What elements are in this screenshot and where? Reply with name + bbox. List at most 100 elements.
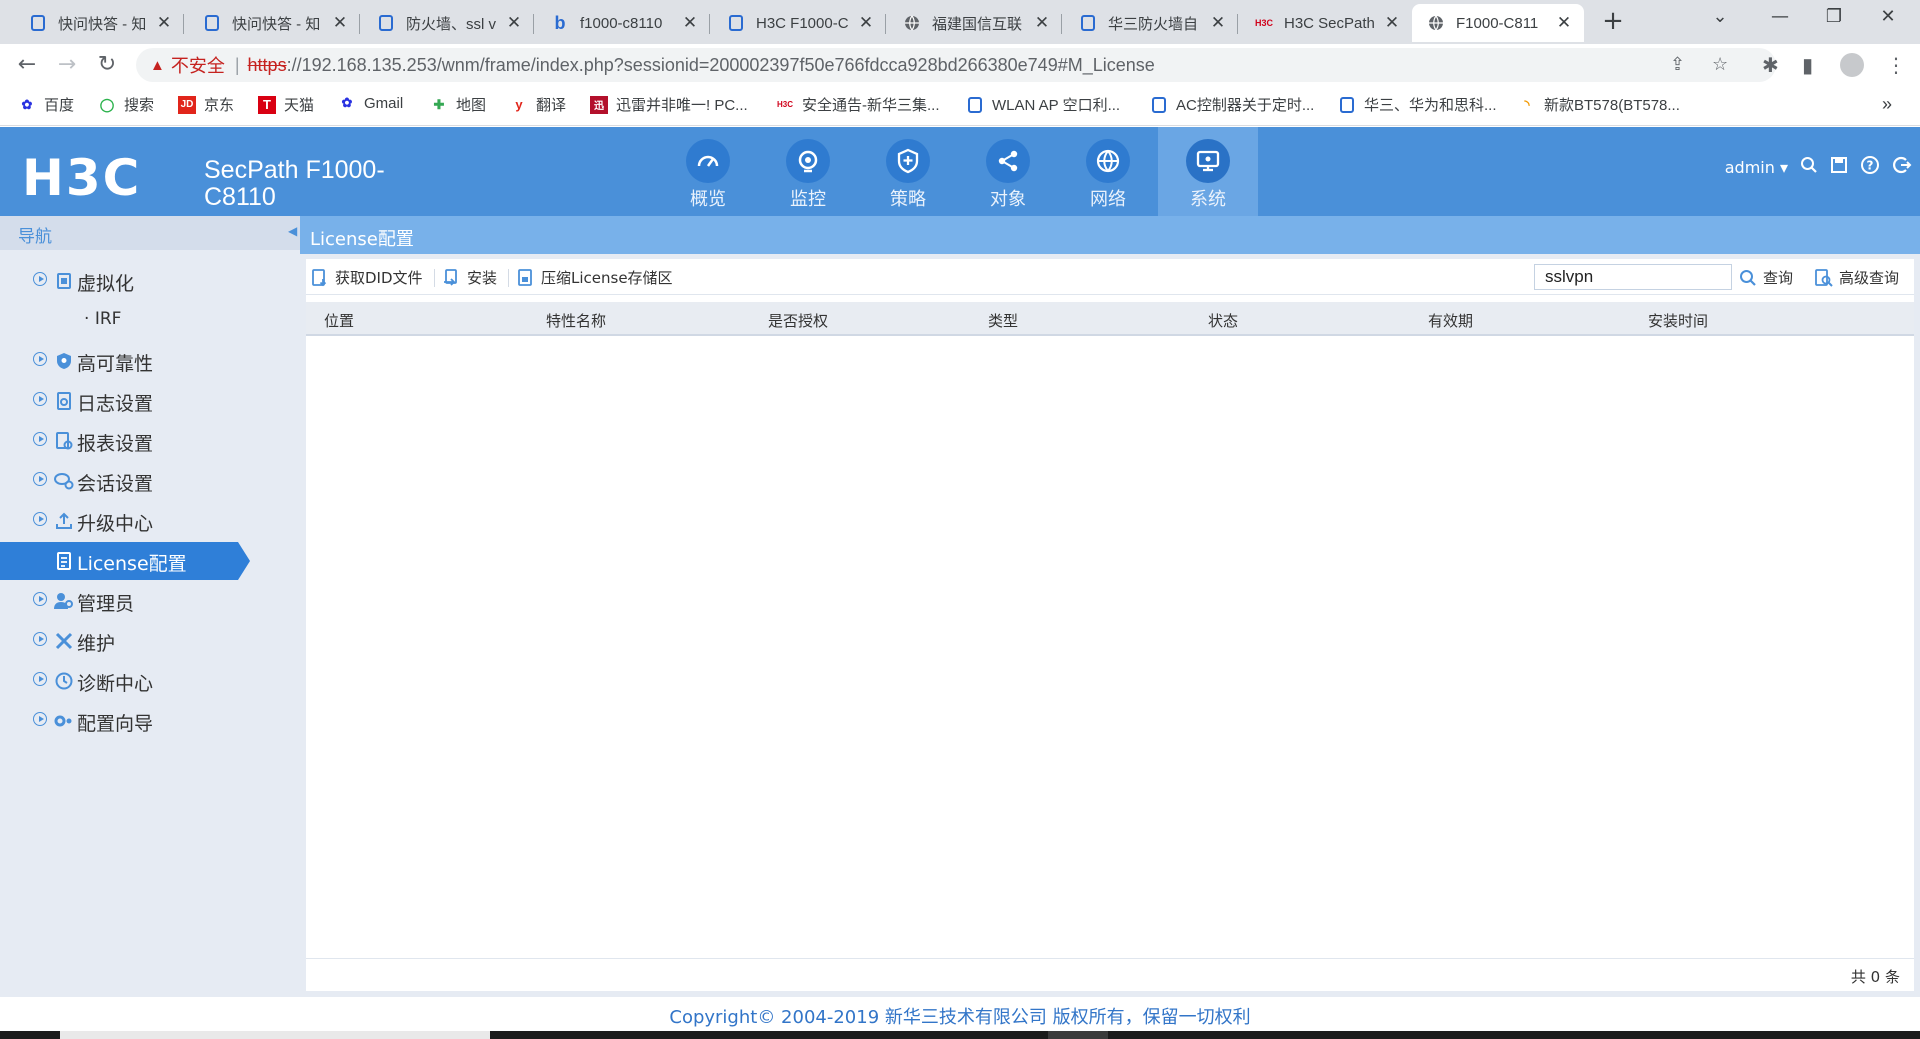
back-arrow-icon[interactable]: ← (12, 50, 42, 80)
expand-icon[interactable] (33, 392, 47, 406)
window-close-icon[interactable]: ✕ (1868, 6, 1908, 27)
bookmark-star-icon[interactable]: ☆ (1712, 54, 1728, 75)
expand-icon[interactable] (33, 672, 47, 686)
expand-icon[interactable] (33, 352, 47, 366)
close-icon[interactable]: ✕ (680, 13, 700, 33)
module-network[interactable]: 网络 (1058, 127, 1158, 216)
sidebar-item-log-settings[interactable]: 日志设置 (0, 382, 300, 420)
reload-icon[interactable]: ↻ (92, 50, 122, 80)
profile-avatar-icon[interactable] (1840, 53, 1864, 77)
module-label: 监控 (790, 189, 826, 210)
search-icon (1738, 268, 1758, 288)
save-icon[interactable] (1830, 156, 1848, 178)
tab-title: 华三防火墙自 (1108, 15, 1199, 33)
bookmark-item[interactable]: y 翻译 (510, 94, 566, 115)
expand-icon[interactable] (33, 272, 47, 286)
close-icon[interactable]: ✕ (154, 13, 174, 33)
bookmark-item[interactable]: ◯ 搜索 (98, 94, 154, 115)
restore-icon[interactable]: ❐ (1814, 6, 1854, 27)
sidebar-item-irf[interactable]: · IRF (0, 302, 300, 340)
expand-icon[interactable] (33, 592, 47, 606)
bookmark-item[interactable]: WLAN AP 空口利... (966, 94, 1120, 115)
column-header-authorized[interactable]: 是否授权 (768, 310, 828, 331)
browser-tab[interactable]: 福建国信互联 ✕ (888, 4, 1062, 42)
sidebar-item-virtualization[interactable]: 虚拟化 (0, 262, 300, 300)
browser-tab[interactable]: H3C F1000-C ✕ (712, 4, 886, 42)
install-button[interactable]: 安装 (442, 267, 497, 288)
sidebar-item-diagnostic-center[interactable]: 诊断中心 (0, 662, 300, 700)
close-icon[interactable]: ✕ (504, 13, 524, 33)
share-icon[interactable]: ⇪ (1670, 54, 1685, 75)
new-tab-button[interactable]: + (1598, 8, 1628, 36)
extensions-icon[interactable]: ✱ (1762, 53, 1779, 77)
close-icon[interactable]: ✕ (1032, 13, 1052, 33)
module-system[interactable]: 系统 (1158, 127, 1258, 216)
expand-icon[interactable] (33, 432, 47, 446)
help-icon[interactable]: ? (1860, 155, 1880, 179)
advanced-query-button[interactable]: 高级查询 (1814, 267, 1899, 288)
browser-tab[interactable]: H3C H3C SecPath ✕ (1240, 4, 1412, 42)
close-icon[interactable]: ✕ (1554, 13, 1574, 33)
module-monitor[interactable]: 监控 (758, 127, 858, 216)
search-icon[interactable] (1800, 156, 1818, 178)
taskbar-item[interactable] (1048, 1031, 1108, 1039)
module-policy[interactable]: 策略 (858, 127, 958, 216)
sidebar-item-session-settings[interactable]: 会话设置 (0, 462, 300, 500)
tab-search-icon[interactable]: ⌄ (1700, 6, 1740, 27)
close-icon[interactable]: ✕ (856, 13, 876, 33)
close-icon[interactable]: ✕ (1382, 13, 1402, 33)
bookmark-item[interactable]: ✚ 地图 (430, 94, 486, 115)
browser-tab[interactable]: 防火墙、ssl v ✕ (362, 4, 534, 42)
compress-license-storage-button[interactable]: 压缩License存储区 (516, 267, 673, 288)
security-label[interactable]: 不安全 (171, 52, 225, 78)
sidebar-item-maintenance[interactable]: 维护 (0, 622, 300, 660)
bookmark-item[interactable]: H3C 安全通告-新华三集... (776, 94, 940, 115)
menu-dots-icon[interactable]: ⋮ (1886, 53, 1906, 77)
sidebar-item-high-availability[interactable]: 高可靠性 (0, 342, 300, 380)
sidebar-item-administrators[interactable]: 管理员 (0, 582, 300, 620)
user-menu[interactable]: admin ▾ (1725, 158, 1788, 177)
collapse-sidebar-icon[interactable]: ◀ (288, 224, 298, 242)
browser-tab[interactable]: 华三防火墙自 ✕ (1064, 4, 1238, 42)
side-panel-icon[interactable]: ▮ (1802, 53, 1813, 77)
bookmark-item[interactable]: T 天猫 (258, 94, 314, 115)
column-header-validity[interactable]: 有效期 (1428, 310, 1473, 331)
expand-icon[interactable] (33, 512, 47, 526)
browser-tab[interactable]: b f1000-c8110 ✕ (536, 4, 710, 42)
sidebar-item-config-wizard[interactable]: 配置向导 (0, 702, 300, 740)
browser-tab[interactable]: 快问快答 - 知 ✕ (14, 4, 184, 42)
expand-icon[interactable] (33, 632, 47, 646)
bookmarks-overflow-button[interactable]: » (1882, 94, 1892, 115)
expand-icon[interactable] (33, 472, 47, 486)
browser-tab-active[interactable]: F1000-C811 ✕ (1412, 4, 1584, 42)
column-header-status[interactable]: 状态 (1208, 310, 1238, 331)
search-input[interactable] (1534, 264, 1732, 290)
expand-icon[interactable] (33, 712, 47, 726)
column-header-location[interactable]: 位置 (324, 310, 354, 331)
bookmark-item[interactable]: AC控制器关于定时... (1150, 94, 1314, 115)
logout-icon[interactable] (1892, 155, 1912, 179)
module-overview[interactable]: 概览 (658, 127, 758, 216)
query-button[interactable]: 查询 (1738, 267, 1793, 288)
bookmark-item[interactable]: 华三、华为和思科... (1338, 94, 1497, 115)
close-icon[interactable]: ✕ (1208, 13, 1228, 33)
taskbar-item[interactable] (60, 1031, 490, 1039)
column-header-feature-name[interactable]: 特性名称 (546, 310, 606, 331)
bookmark-item[interactable]: ◝ 新款BT578(BT578... (1518, 94, 1679, 115)
bookmark-item[interactable]: ✿ Gmail (338, 94, 404, 112)
sidebar-item-license[interactable]: License配置 (0, 542, 250, 580)
column-header-type[interactable]: 类型 (988, 310, 1018, 331)
browser-tab[interactable]: 快问快答 - 知 ✕ (188, 4, 360, 42)
sidebar-item-upgrade-center[interactable]: 升级中心 (0, 502, 300, 540)
address-bar[interactable]: ▲ 不安全 | https ://192.168.135.253/wnm/fra… (136, 48, 1776, 82)
bookmark-item[interactable]: ✿ 百度 (18, 94, 74, 115)
minimize-icon[interactable]: — (1760, 6, 1800, 27)
sidebar-item-report-settings[interactable]: 报表设置 (0, 422, 300, 460)
get-did-file-button[interactable]: 获取DID文件 (310, 267, 423, 288)
close-icon[interactable]: ✕ (330, 13, 350, 33)
forward-arrow-icon[interactable]: → (52, 50, 82, 80)
bookmark-item[interactable]: JD 京东 (178, 94, 234, 115)
column-header-install-time[interactable]: 安装时间 (1648, 310, 1708, 331)
module-object[interactable]: 对象 (958, 127, 1058, 216)
bookmark-item[interactable]: 迅迅雷并非唯一! PC... (590, 94, 748, 115)
